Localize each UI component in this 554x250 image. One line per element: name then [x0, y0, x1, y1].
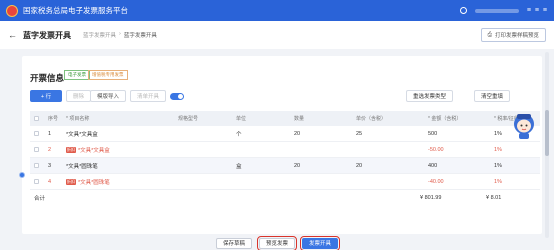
breadcrumb-current: 蓝字发票开具: [123, 33, 157, 39]
row-amount: -50.00: [428, 146, 444, 153]
print-preview-button[interactable]: ⎙ 打印发票样稿预览: [480, 28, 546, 42]
tax-bureau-logo: [6, 4, 18, 17]
row-name[interactable]: *文具*文具盒: [66, 130, 178, 138]
printer-icon: ⎙: [487, 31, 492, 38]
row-amount[interactable]: 400: [428, 163, 494, 169]
row-checkbox-cell: [30, 163, 42, 168]
row-unit[interactable]: 盒: [236, 162, 294, 170]
footer-actions: 保存草稿 预览发票 发票开具: [0, 235, 554, 250]
scrollbar[interactable]: [545, 52, 549, 238]
total-label: 合计: [34, 196, 46, 202]
assistant-mascot-icon[interactable]: [512, 110, 536, 140]
scrollbar-thumb[interactable]: [545, 110, 549, 156]
invoice-type-tag: 电子发票: [64, 70, 90, 80]
row-checkbox[interactable]: [33, 179, 39, 184]
col-header-no: 序号: [48, 116, 59, 122]
row-qty[interactable]: 20: [294, 163, 356, 169]
table-row[interactable]: 3 *文具*圆珠笔 盒 20 20 400 1%: [30, 158, 540, 174]
print-preview-label: 打印发票样稿预览: [494, 33, 539, 39]
row-checkbox[interactable]: [33, 131, 39, 136]
row-checkbox-cell: [30, 131, 42, 136]
tax-inclusive-toggle[interactable]: [170, 93, 184, 100]
user-icon[interactable]: [459, 7, 467, 14]
row-unit[interactable]: 个: [236, 130, 294, 138]
breadcrumb-item[interactable]: 蓝字发票开具: [83, 31, 116, 39]
row-name[interactable]: 折扣 *文具*圆珠笔: [66, 178, 178, 186]
import-button[interactable]: 模版导入: [90, 90, 127, 102]
breadcrumb-separator: ›: [119, 31, 121, 37]
col-header-price: 单价（含税）: [356, 116, 387, 122]
row-checkbox[interactable]: [33, 147, 39, 152]
add-row-button[interactable]: + 行: [30, 90, 62, 102]
row-name-text: *文具*圆珠笔: [66, 163, 98, 170]
header-checkbox-cell: [30, 116, 42, 121]
row-name-text: *文具*文具盒: [66, 131, 98, 138]
top-bar: 国家税务总局电子发票服务平台 ≡ ≡ ≡: [0, 0, 554, 21]
discount-badge: 折扣: [66, 178, 76, 185]
table-row[interactable]: 1 *文具*文具盒 个 20 25 500 1%: [30, 126, 540, 142]
issue-invoice-button[interactable]: 发票开具: [299, 235, 341, 250]
table-row-discount[interactable]: 2 折扣 *文具*文具盒 -50.00 1%: [30, 142, 540, 158]
row-price[interactable]: 20: [356, 163, 428, 169]
row-amount[interactable]: 500: [428, 131, 494, 137]
list-issue-button[interactable]: 清单开具: [130, 90, 167, 102]
clear-refill-button[interactable]: 清空重填: [474, 90, 511, 102]
table-row-discount[interactable]: 4 折扣 *文具*圆珠笔 -40.00 1%: [30, 174, 540, 190]
back-arrow-icon[interactable]: ←: [8, 30, 17, 40]
row-name-text: *文具*圆珠笔: [78, 179, 110, 186]
col-header-unit: 单位: [236, 116, 247, 122]
row-rate[interactable]: 1%: [494, 163, 540, 169]
total-amount: ¥ 801.99: [420, 195, 442, 201]
row-no: 2: [48, 146, 52, 153]
row-checkbox-cell: [30, 147, 42, 152]
row-no: 1: [48, 130, 52, 137]
total-tax: ¥ 8.01: [486, 195, 502, 201]
total-row: 合计 ¥ 801.99 ¥ 8.01: [30, 190, 540, 206]
row-name[interactable]: *文具*圆珠笔: [66, 162, 178, 170]
row-rate: 1%: [494, 178, 502, 185]
table-header: 序号 * 项目名称 规格型号 单位 数量 单价（含税） * 金额（含税） * 税…: [30, 111, 540, 126]
col-header-spec: 规格型号: [178, 116, 199, 122]
row-price[interactable]: 25: [356, 131, 428, 137]
preview-invoice-button[interactable]: 预览发票: [256, 235, 298, 250]
select-all-checkbox[interactable]: [33, 116, 39, 121]
row-rate: 1%: [494, 146, 502, 153]
row-name-text: *文具*文具盒: [78, 147, 110, 154]
row-no: 4: [48, 178, 52, 185]
col-header-qty: 数量: [294, 116, 305, 122]
page-header: ← 蓝字发票开具 蓝字发票开具 › 蓝字发票开具 ⎙ 打印发票样稿预览: [0, 21, 554, 49]
invoice-card: 开票信息 电子发票 增值税专用发票 + 行 删除 模版导入 清单开具 重选发票类…: [22, 56, 542, 234]
breadcrumb: 蓝字发票开具 › 蓝字发票开具: [83, 31, 157, 39]
row-checkbox[interactable]: [33, 163, 39, 168]
row-name[interactable]: 折扣 *文具*文具盒: [66, 146, 178, 154]
discount-badge: 折扣: [66, 146, 76, 153]
col-header-amount: * 金额（含税）: [428, 116, 462, 122]
top-right-area: ≡ ≡ ≡: [459, 0, 548, 21]
page-title: 蓝字发票开具: [23, 30, 71, 40]
row-amount: -40.00: [428, 178, 444, 185]
user-name-redacted: [474, 8, 519, 13]
row-no: 3: [48, 162, 52, 169]
section-title: 开票信息: [30, 73, 65, 83]
col-header-name: * 项目名称: [66, 116, 90, 122]
save-draft-button[interactable]: 保存草稿: [215, 237, 252, 249]
invoice-items-table: 序号 * 项目名称 规格型号 单位 数量 单价（含税） * 金额（含税） * 税…: [30, 111, 540, 206]
delete-button[interactable]: 删除: [66, 90, 92, 102]
row-qty[interactable]: 20: [294, 131, 356, 137]
top-menu-icon[interactable]: ≡ ≡ ≡: [527, 7, 548, 14]
app-title: 国家税务总局电子发票服务平台: [23, 6, 128, 15]
row-checkbox-cell: [30, 179, 42, 184]
reselect-type-button[interactable]: 重选发票类型: [406, 90, 454, 102]
invoice-kind-tag: 增值税专用发票: [88, 70, 128, 80]
row-selected-indicator[interactable]: [19, 172, 25, 178]
